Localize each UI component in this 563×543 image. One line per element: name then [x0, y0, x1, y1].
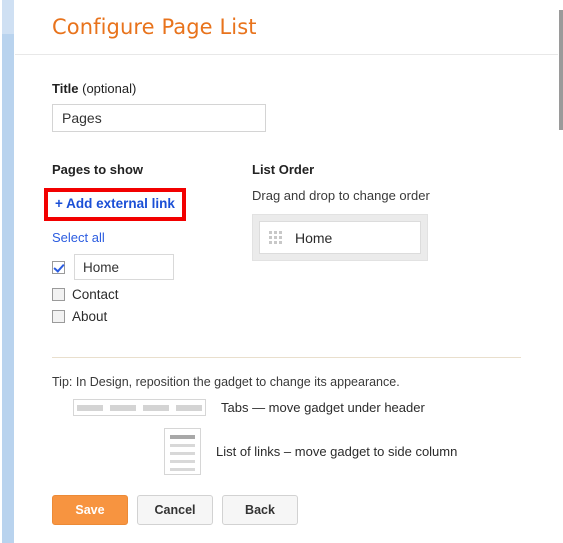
tip-row-tabs-label: Tabs — move gadget under header: [221, 400, 425, 415]
page-label-about: About: [72, 309, 108, 324]
list-gadget-icon: [164, 428, 201, 475]
configure-page-list-dialog: Configure Page List Title (optional) Pag…: [15, 0, 558, 543]
page-label-contact: Contact: [72, 287, 119, 302]
list-order-hint: Drag and drop to change order: [252, 188, 430, 203]
drag-handle-icon[interactable]: [269, 231, 282, 244]
dialog-action-buttons: Save Cancel Back: [52, 495, 558, 525]
tip-row-list: List of links – move gadget to side colu…: [52, 428, 558, 475]
dialog-header: Configure Page List: [15, 0, 558, 55]
title-field-label-bold: Title: [52, 81, 79, 96]
page-row-home: [52, 254, 252, 280]
add-external-link-annotation-box: + Add external link: [44, 188, 186, 221]
list-order-item-home[interactable]: Home: [259, 221, 421, 254]
list-order-heading: List Order: [252, 162, 315, 177]
cancel-button[interactable]: Cancel: [137, 495, 213, 525]
select-all-link[interactable]: Select all: [52, 230, 252, 245]
back-button[interactable]: Back: [222, 495, 298, 525]
save-button[interactable]: Save: [52, 495, 128, 525]
tip-row-tabs: Tabs — move gadget under header: [52, 399, 558, 416]
page-name-input-home[interactable]: [74, 254, 174, 280]
title-field-label-optional: (optional): [82, 81, 137, 96]
tabs-gadget-icon: [73, 399, 206, 416]
page-row-contact: Contact: [52, 287, 252, 302]
list-order-column: List Order Drag and drop to change order…: [252, 162, 512, 324]
tip-divider: [52, 357, 521, 358]
list-order-item-label: Home: [295, 229, 333, 246]
list-order-dropzone[interactable]: Home: [252, 214, 428, 261]
tip-text: Tip: In Design, reposition the gadget to…: [52, 375, 400, 389]
left-edge-rail-top-segment: [2, 0, 14, 34]
left-edge-rail: [2, 0, 14, 543]
options-columns: Pages to show + Add external link Select…: [44, 162, 558, 324]
pages-to-show-column: Pages to show + Add external link Select…: [44, 162, 252, 324]
title-input[interactable]: [52, 104, 266, 132]
page-title: Configure Page List: [52, 15, 257, 39]
dialog-content: Title (optional) Pages to show + Add ext…: [15, 81, 558, 525]
page-row-about: About: [52, 309, 252, 324]
page-checkbox-home[interactable]: [52, 260, 65, 274]
pages-to-show-heading: Pages to show: [52, 162, 144, 177]
page-scrollbar-thumb[interactable]: [559, 10, 563, 130]
tip-row-list-label: List of links – move gadget to side colu…: [216, 444, 458, 459]
page-checkbox-about[interactable]: [52, 310, 65, 323]
add-external-link-button[interactable]: + Add external link: [55, 196, 175, 211]
page-checkbox-contact[interactable]: [52, 288, 65, 301]
title-field-label: Title (optional): [52, 81, 558, 96]
